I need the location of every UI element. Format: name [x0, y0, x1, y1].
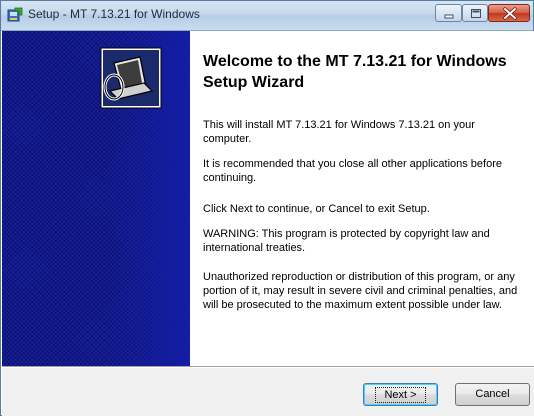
install-description: This will install MT 7.13.21 for Windows… — [203, 119, 475, 145]
wizard-sidebar-banner — [2, 31, 190, 366]
legal-notice: Unauthorized reproduction or distributio… — [203, 271, 518, 311]
wizard-footer: Next > Cancel — [2, 368, 534, 416]
wizard-content: Welcome to the MT 7.13.21 for Windows Se… — [190, 31, 534, 366]
copyright-warning: WARNING: This program is protected by co… — [203, 228, 490, 254]
next-button[interactable]: Next > — [363, 383, 438, 406]
window-title: Setup - MT 7.13.21 for Windows — [28, 7, 200, 21]
maximize-button[interactable] — [462, 4, 488, 22]
minimize-icon — [444, 14, 454, 19]
title-bar[interactable]: Setup - MT 7.13.21 for Windows — [1, 1, 533, 31]
setup-window: Setup - MT 7.13.21 for Windows Welcome t… — [0, 0, 534, 416]
next-cancel-instruction: Click Next to continue, or Cancel to exi… — [203, 203, 430, 215]
close-button[interactable] — [488, 4, 530, 22]
minimize-button[interactable] — [435, 4, 462, 22]
setup-installer-icon — [7, 7, 23, 22]
next-button-label: Next > — [375, 387, 426, 403]
maximize-icon — [471, 9, 481, 18]
page-title: Welcome to the MT 7.13.21 for Windows Se… — [203, 53, 507, 91]
cancel-button[interactable]: Cancel — [455, 383, 530, 406]
installer-computer-logo-icon — [100, 47, 162, 109]
close-apps-recommendation: It is recommended that you close all oth… — [203, 158, 502, 184]
close-icon — [503, 7, 517, 20]
